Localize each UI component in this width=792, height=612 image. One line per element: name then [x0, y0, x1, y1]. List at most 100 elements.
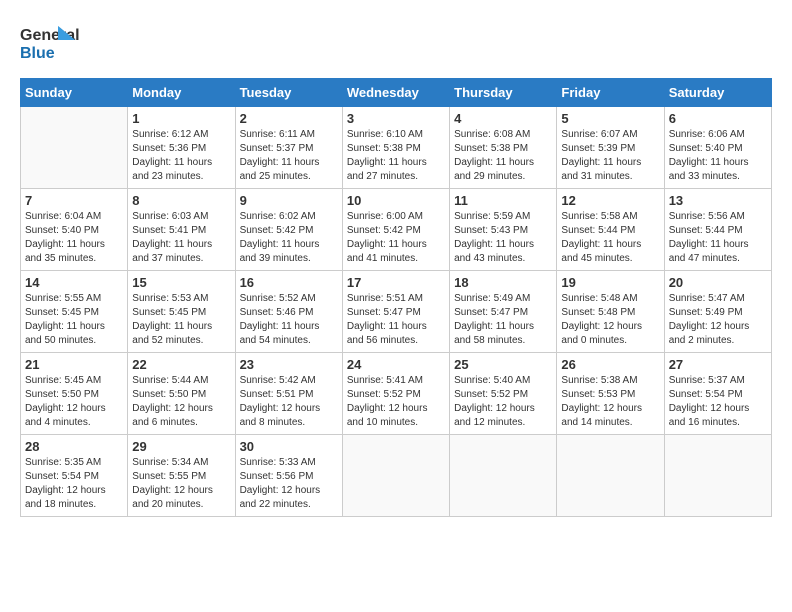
day-number: 19	[561, 275, 659, 290]
day-info: Sunrise: 5:35 AM Sunset: 5:54 PM Dayligh…	[25, 456, 123, 512]
day-number: 6	[669, 111, 767, 126]
calendar-cell: 14 Sunrise: 5:55 AM Sunset: 5:45 PM Dayli…	[21, 271, 128, 353]
day-info: Sunrise: 6:12 AM Sunset: 5:36 PM Dayligh…	[132, 128, 230, 184]
svg-text:Blue: Blue	[20, 45, 55, 62]
day-number: 14	[25, 275, 123, 290]
day-info: Sunrise: 6:03 AM Sunset: 5:41 PM Dayligh…	[132, 210, 230, 266]
calendar-week-row: 7Sunrise: 6:04 AM Sunset: 5:40 PM Daylig…	[21, 189, 772, 271]
calendar-cell	[21, 107, 128, 189]
day-number: 5	[561, 111, 659, 126]
calendar-cell: 3 Sunrise: 6:10 AM Sunset: 5:38 PM Daylig…	[342, 107, 449, 189]
calendar-cell: 7Sunrise: 6:04 AM Sunset: 5:40 PM Daylig…	[21, 189, 128, 271]
day-info: Sunrise: 5:44 AM Sunset: 5:50 PM Dayligh…	[132, 374, 230, 430]
day-info: Sunrise: 5:41 AM Sunset: 5:52 PM Dayligh…	[347, 374, 445, 430]
day-info: Sunrise: 5:58 AM Sunset: 5:44 PM Dayligh…	[561, 210, 659, 266]
day-number: 29	[132, 439, 230, 454]
day-info: Sunrise: 6:11 AM Sunset: 5:37 PM Dayligh…	[240, 128, 338, 184]
calendar-cell: 10 Sunrise: 6:00 AM Sunset: 5:42 PM Dayli…	[342, 189, 449, 271]
header-day: Friday	[557, 79, 664, 107]
calendar-cell: 30 Sunrise: 5:33 AM Sunset: 5:56 PM Dayli…	[235, 435, 342, 517]
calendar-cell: 2 Sunrise: 6:11 AM Sunset: 5:37 PM Daylig…	[235, 107, 342, 189]
header-day: Monday	[128, 79, 235, 107]
header-day: Thursday	[450, 79, 557, 107]
calendar-cell	[557, 435, 664, 517]
day-info: Sunrise: 5:59 AM Sunset: 5:43 PM Dayligh…	[454, 210, 552, 266]
calendar-cell: 9 Sunrise: 6:02 AM Sunset: 5:42 PM Daylig…	[235, 189, 342, 271]
calendar-cell: 8 Sunrise: 6:03 AM Sunset: 5:41 PM Daylig…	[128, 189, 235, 271]
calendar-cell: 1 Sunrise: 6:12 AM Sunset: 5:36 PM Daylig…	[128, 107, 235, 189]
day-info: Sunrise: 5:52 AM Sunset: 5:46 PM Dayligh…	[240, 292, 338, 348]
day-number: 21	[25, 357, 123, 372]
day-number: 17	[347, 275, 445, 290]
day-number: 30	[240, 439, 338, 454]
day-info: Sunrise: 6:00 AM Sunset: 5:42 PM Dayligh…	[347, 210, 445, 266]
day-number: 10	[347, 193, 445, 208]
calendar-cell: 29 Sunrise: 5:34 AM Sunset: 5:55 PM Dayli…	[128, 435, 235, 517]
logo: GeneralBlue	[20, 20, 80, 65]
day-info: Sunrise: 5:42 AM Sunset: 5:51 PM Dayligh…	[240, 374, 338, 430]
calendar-cell: 13 Sunrise: 5:56 AM Sunset: 5:44 PM Dayli…	[664, 189, 771, 271]
header-day: Saturday	[664, 79, 771, 107]
svg-text:General: General	[20, 27, 80, 44]
day-info: Sunrise: 6:02 AM Sunset: 5:42 PM Dayligh…	[240, 210, 338, 266]
day-info: Sunrise: 5:47 AM Sunset: 5:49 PM Dayligh…	[669, 292, 767, 348]
calendar-cell: 25 Sunrise: 5:40 AM Sunset: 5:52 PM Dayli…	[450, 353, 557, 435]
day-number: 18	[454, 275, 552, 290]
day-info: Sunrise: 5:40 AM Sunset: 5:52 PM Dayligh…	[454, 374, 552, 430]
day-info: Sunrise: 5:48 AM Sunset: 5:48 PM Dayligh…	[561, 292, 659, 348]
calendar-cell: 21Sunrise: 5:45 AM Sunset: 5:50 PM Dayli…	[21, 353, 128, 435]
calendar-header-row: SundayMondayTuesdayWednesdayThursdayFrid…	[21, 79, 772, 107]
day-number: 24	[347, 357, 445, 372]
day-info: Sunrise: 5:56 AM Sunset: 5:44 PM Dayligh…	[669, 210, 767, 266]
day-info: Sunrise: 6:10 AM Sunset: 5:38 PM Dayligh…	[347, 128, 445, 184]
day-info: Sunrise: 6:07 AM Sunset: 5:39 PM Dayligh…	[561, 128, 659, 184]
day-number: 15	[132, 275, 230, 290]
day-info: Sunrise: 5:34 AM Sunset: 5:55 PM Dayligh…	[132, 456, 230, 512]
calendar-cell: 18 Sunrise: 5:49 AM Sunset: 5:47 PM Dayli…	[450, 271, 557, 353]
calendar-cell: 26Sunrise: 5:38 AM Sunset: 5:53 PM Dayli…	[557, 353, 664, 435]
calendar-cell: 17Sunrise: 5:51 AM Sunset: 5:47 PM Dayli…	[342, 271, 449, 353]
day-number: 3	[347, 111, 445, 126]
calendar-cell: 4Sunrise: 6:08 AM Sunset: 5:38 PM Daylig…	[450, 107, 557, 189]
day-number: 1	[132, 111, 230, 126]
day-info: Sunrise: 5:49 AM Sunset: 5:47 PM Dayligh…	[454, 292, 552, 348]
day-number: 2	[240, 111, 338, 126]
day-info: Sunrise: 5:55 AM Sunset: 5:45 PM Dayligh…	[25, 292, 123, 348]
calendar-cell: 11 Sunrise: 5:59 AM Sunset: 5:43 PM Dayli…	[450, 189, 557, 271]
calendar-cell	[342, 435, 449, 517]
day-number: 25	[454, 357, 552, 372]
logo-svg: GeneralBlue	[20, 20, 80, 65]
day-number: 8	[132, 193, 230, 208]
day-number: 13	[669, 193, 767, 208]
day-number: 20	[669, 275, 767, 290]
calendar-cell: 20 Sunrise: 5:47 AM Sunset: 5:49 PM Dayli…	[664, 271, 771, 353]
day-info: Sunrise: 6:08 AM Sunset: 5:38 PM Dayligh…	[454, 128, 552, 184]
day-number: 12	[561, 193, 659, 208]
day-info: Sunrise: 5:33 AM Sunset: 5:56 PM Dayligh…	[240, 456, 338, 512]
calendar-cell: 6 Sunrise: 6:06 AM Sunset: 5:40 PM Daylig…	[664, 107, 771, 189]
calendar-cell: 5 Sunrise: 6:07 AM Sunset: 5:39 PM Daylig…	[557, 107, 664, 189]
calendar-cell	[664, 435, 771, 517]
header-day: Tuesday	[235, 79, 342, 107]
day-info: Sunrise: 6:06 AM Sunset: 5:40 PM Dayligh…	[669, 128, 767, 184]
calendar-table: SundayMondayTuesdayWednesdayThursdayFrid…	[20, 78, 772, 517]
day-number: 22	[132, 357, 230, 372]
calendar-cell: 12 Sunrise: 5:58 AM Sunset: 5:44 PM Dayli…	[557, 189, 664, 271]
day-number: 28	[25, 439, 123, 454]
day-number: 9	[240, 193, 338, 208]
calendar-cell: 19 Sunrise: 5:48 AM Sunset: 5:48 PM Dayli…	[557, 271, 664, 353]
calendar-week-row: 28 Sunrise: 5:35 AM Sunset: 5:54 PM Dayli…	[21, 435, 772, 517]
day-number: 27	[669, 357, 767, 372]
header-day: Wednesday	[342, 79, 449, 107]
day-number: 23	[240, 357, 338, 372]
calendar-week-row: 1 Sunrise: 6:12 AM Sunset: 5:36 PM Daylig…	[21, 107, 772, 189]
day-number: 26	[561, 357, 659, 372]
calendar-cell	[450, 435, 557, 517]
day-number: 11	[454, 193, 552, 208]
calendar-cell: 16 Sunrise: 5:52 AM Sunset: 5:46 PM Dayli…	[235, 271, 342, 353]
calendar-cell: 15Sunrise: 5:53 AM Sunset: 5:45 PM Dayli…	[128, 271, 235, 353]
day-number: 16	[240, 275, 338, 290]
calendar-week-row: 14 Sunrise: 5:55 AM Sunset: 5:45 PM Dayli…	[21, 271, 772, 353]
calendar-cell: 24 Sunrise: 5:41 AM Sunset: 5:52 PM Dayli…	[342, 353, 449, 435]
day-number: 7	[25, 193, 123, 208]
